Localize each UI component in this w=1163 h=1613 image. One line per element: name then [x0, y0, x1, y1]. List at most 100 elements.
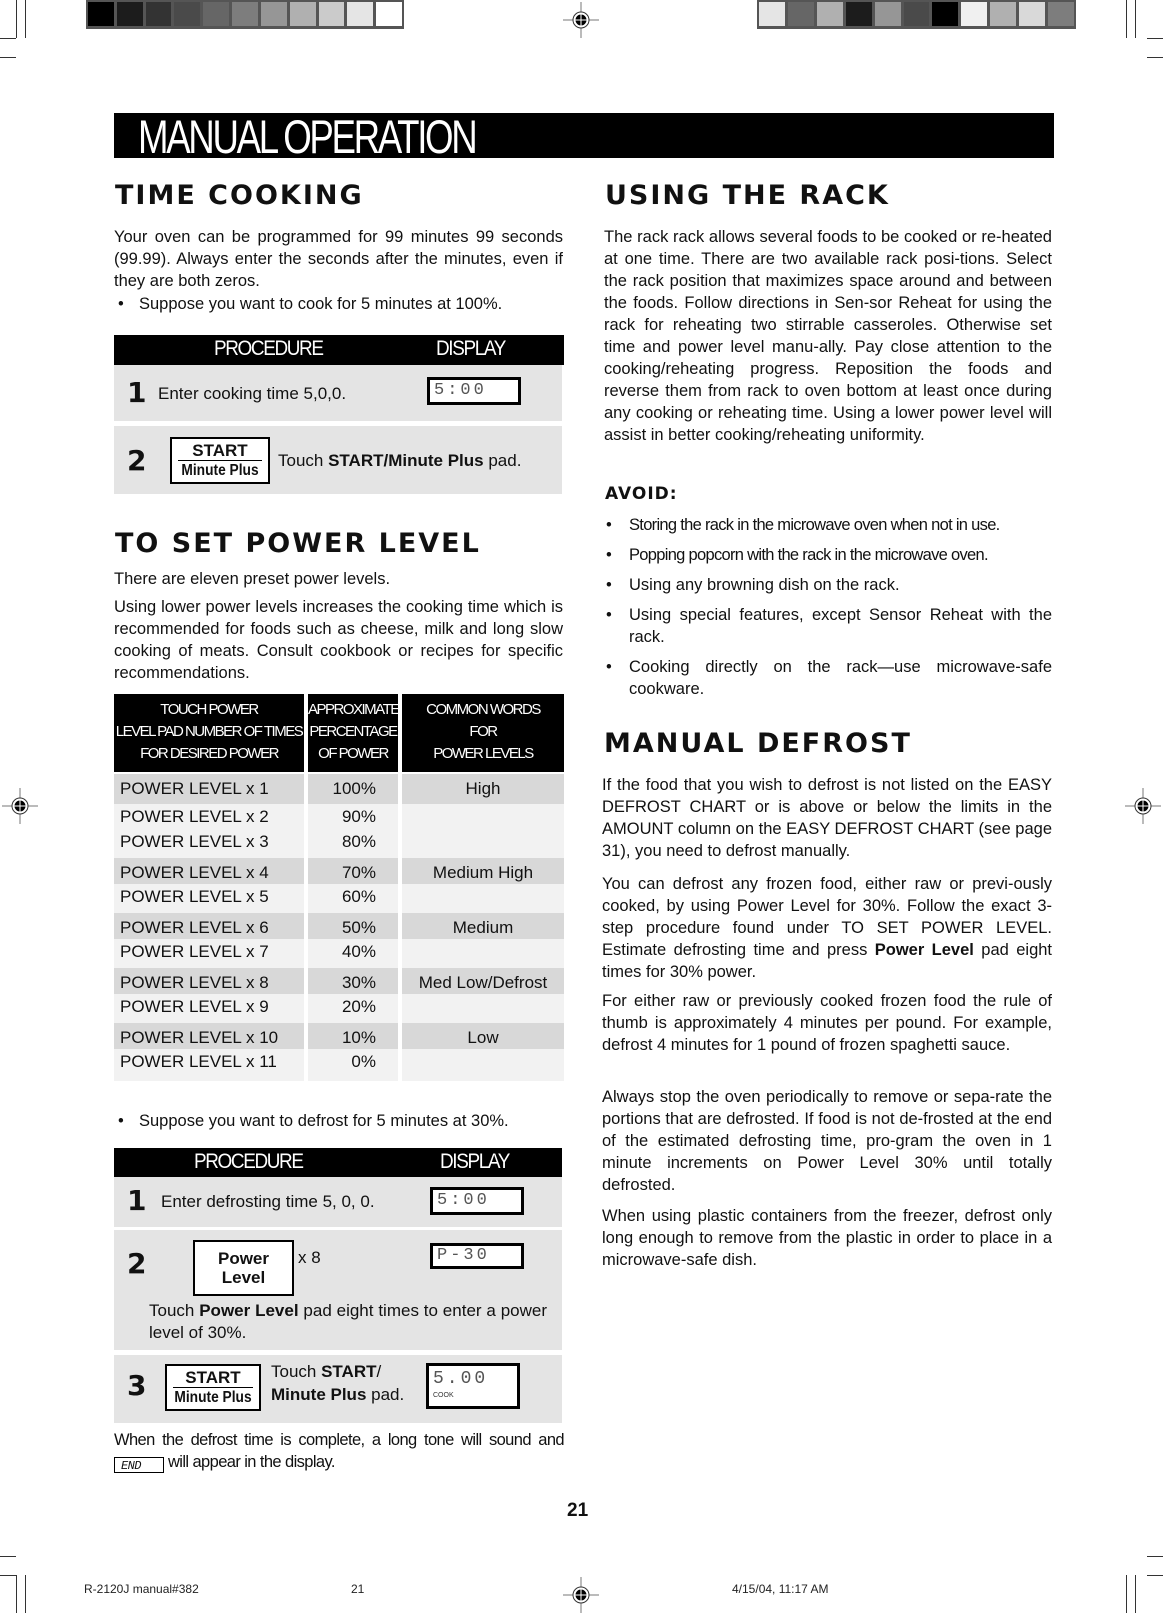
- table-cell-bg: [402, 994, 564, 1023]
- color-swatch: [787, 2, 814, 26]
- color-swatch: [759, 2, 785, 26]
- power-level-intro-2: Using lower power levels increases the c…: [114, 598, 563, 682]
- table-cell-pad-count: POWER LEVEL x 1: [120, 779, 269, 798]
- footer-page: 21: [351, 1582, 365, 1596]
- procedure-header: PROCEDURE DISPLAY: [114, 1148, 562, 1177]
- cook-indicator: COOK: [433, 1392, 454, 1399]
- color-swatch: [318, 2, 345, 26]
- start-minute-plus-pad[interactable]: START Minute Plus: [170, 437, 270, 484]
- color-swatch: [203, 2, 230, 26]
- section-banner: MANUAL OPERATION: [114, 111, 1054, 163]
- table-cell-common-word: Medium: [452, 918, 514, 937]
- table-cell-pad-count: POWER LEVEL x 2: [120, 807, 269, 826]
- manual-defrost-heading: MANUAL DEFROST: [604, 728, 912, 759]
- display-label: DISPLAY: [436, 337, 506, 360]
- avoid-item: Storing the rack in the microwave oven w…: [604, 514, 1052, 536]
- procedure-step-2: 2 Power Level x 8 P-30 Touch Power Level…: [114, 1230, 562, 1350]
- rack-heading: USING THE RACK: [605, 180, 890, 211]
- table-header-percentage: APPROXIMATE PERCENTAGE OF POWER: [308, 694, 400, 772]
- table-cell-percent: 90%: [341, 807, 376, 826]
- color-swatch: [874, 2, 901, 26]
- color-swatch: [174, 2, 201, 26]
- end-display: END: [114, 1457, 164, 1473]
- crop-mark: [16, 0, 17, 38]
- color-swatch: [903, 2, 930, 26]
- avoid-item: Using any browning dish on the rack.: [604, 574, 1052, 596]
- step-number: 1: [127, 1184, 147, 1217]
- color-swatch: [116, 2, 143, 26]
- table-cell-common-word: Medium High: [432, 863, 534, 882]
- table-cell-pad-count: POWER LEVEL x 8: [120, 973, 269, 992]
- table-cell-percent: 40%: [341, 942, 376, 961]
- step-number: 2: [127, 1247, 147, 1280]
- registration-mark-icon: [1125, 788, 1161, 824]
- crop-mark: [1147, 1556, 1163, 1557]
- color-swatch: [88, 2, 114, 26]
- procedure-header: PROCEDURE DISPLAY: [114, 335, 564, 365]
- time-cooking-heading: TIME COOKING: [115, 180, 364, 211]
- procedure-label: PROCEDURE: [214, 337, 324, 360]
- color-swatch: [1048, 2, 1074, 26]
- crop-mark: [0, 1575, 16, 1576]
- step-text: Touch START/Minute Plus pad.: [278, 451, 522, 470]
- table-cell-percent: 0%: [351, 1052, 376, 1071]
- registration-mark-icon: [2, 788, 38, 824]
- avoid-item: Using special features, except Sensor Re…: [604, 604, 1052, 648]
- color-swatch: [289, 2, 316, 26]
- table-cell-pad-count: POWER LEVEL x 4: [120, 863, 269, 882]
- color-swatch: [816, 2, 843, 26]
- press-count: x 8: [298, 1248, 321, 1267]
- table-cell-common-word: Low: [467, 1028, 499, 1047]
- crop-mark: [25, 0, 26, 38]
- table-cell-percent: 50%: [341, 918, 376, 937]
- crop-mark: [16, 1575, 17, 1613]
- table-cell-percent: 30%: [341, 973, 376, 992]
- table-cell-percent: 100%: [332, 779, 376, 798]
- avoid-item: Cooking directly on the rack—use microwa…: [604, 656, 1052, 700]
- step-text: Touch START/ Minute Plus pad.: [271, 1362, 405, 1404]
- color-swatch: [845, 2, 872, 26]
- color-swatch: [932, 2, 959, 26]
- avoid-heading: AVOID:: [605, 484, 678, 504]
- display-readout: 5.00 COOK: [426, 1363, 520, 1409]
- table-cell-percent: 70%: [341, 863, 376, 882]
- start-minute-plus-pad[interactable]: START Minute Plus: [165, 1364, 261, 1411]
- avoid-item: Popping popcorn with the rack in the mic…: [604, 544, 1052, 566]
- table-cell-bg: [402, 1049, 564, 1081]
- footer-timestamp: 4/15/04, 11:17 AM: [732, 1582, 829, 1596]
- color-swatch: [347, 2, 374, 26]
- table-cell-common-word: High: [465, 779, 501, 798]
- banner-title: MANUAL OPERATION: [138, 110, 478, 163]
- crop-mark: [1135, 0, 1136, 38]
- crop-mark: [0, 1556, 16, 1557]
- right-color-calibration-bar: [757, 0, 1076, 29]
- step-text: Enter cooking time 5,0,0.: [158, 384, 347, 403]
- table-cell-bg: [402, 829, 564, 858]
- footer-file: R-2120J manual#382: [84, 1582, 199, 1596]
- rack-body: The rack rack allows several foods to be…: [604, 228, 1052, 444]
- step-number: 2: [127, 444, 147, 477]
- crop-mark: [0, 57, 16, 58]
- table-cell-pad-count: POWER LEVEL x 6: [120, 918, 269, 937]
- power-level-pad[interactable]: Power Level: [193, 1240, 294, 1296]
- crop-mark: [1147, 57, 1163, 58]
- manual-defrost-p4: Always stop the oven periodically to rem…: [602, 1088, 1052, 1194]
- color-swatch: [260, 2, 287, 26]
- manual-defrost-p1: If the food that you wish to defrost is …: [602, 776, 1052, 860]
- avoid-list: Storing the rack in the microwave oven w…: [604, 514, 1052, 708]
- table-cell-pad-count: POWER LEVEL x 11: [120, 1052, 277, 1071]
- table-cell-bg: [402, 884, 564, 913]
- procedure-label: PROCEDURE: [194, 1150, 304, 1173]
- procedure-step-1: 1 Enter cooking time 5,0,0. 5:00: [114, 365, 562, 421]
- time-cooking-intro: Your oven can be programmed for 99 minut…: [114, 228, 563, 290]
- crop-mark: [1135, 1575, 1136, 1613]
- power-level-intro-1: There are eleven preset power levels.: [114, 570, 391, 588]
- power-level-heading: TO SET POWER LEVEL: [115, 528, 481, 559]
- left-color-calibration-bar: [86, 0, 404, 29]
- table-cell-pad-count: POWER LEVEL x 3: [120, 832, 269, 851]
- table-cell-percent: 60%: [341, 887, 376, 906]
- crop-mark: [1126, 0, 1127, 38]
- color-swatch: [145, 2, 172, 26]
- crop-mark: [0, 38, 16, 39]
- manual-defrost-p3: For either raw or previously cooked froz…: [602, 992, 1052, 1054]
